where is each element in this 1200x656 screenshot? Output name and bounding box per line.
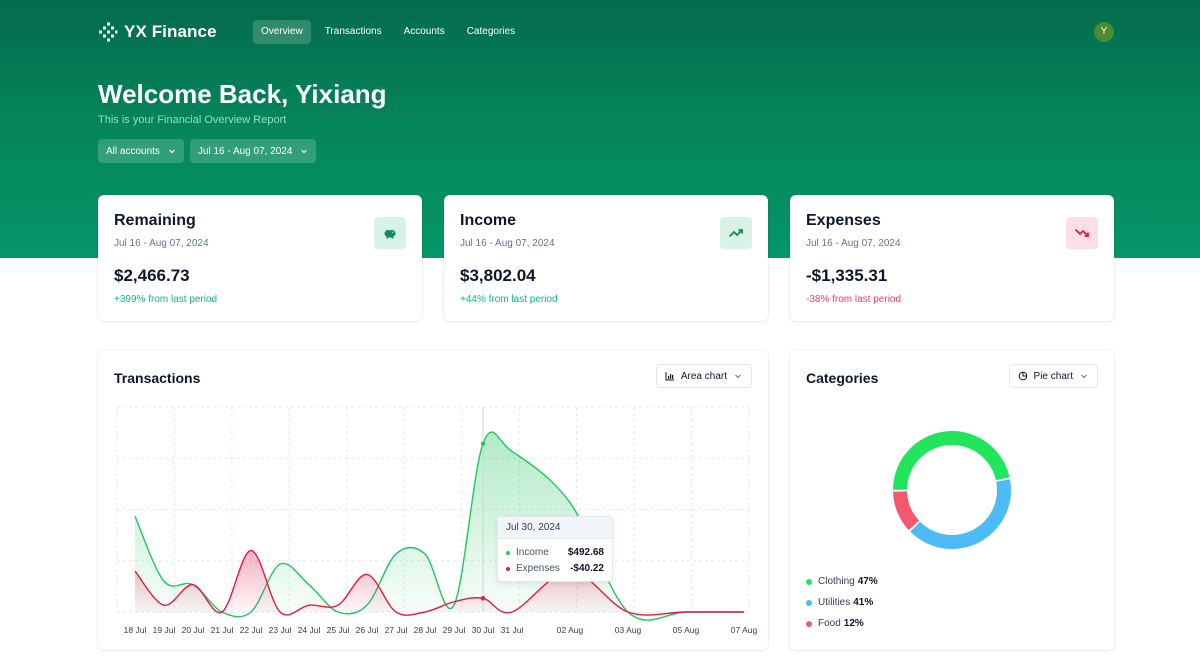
tooltip-income-label: Income: [516, 547, 549, 558]
x-tick-label: 21 Jul: [211, 625, 234, 635]
account-filter-label: All accounts: [106, 145, 160, 157]
legend-item-food: Food 12%: [806, 618, 864, 629]
x-tick-label: 30 Jul: [472, 625, 495, 635]
expenses-card: Expenses Jul 16 - Aug 07, 2024 -$1,335.3…: [790, 195, 1114, 321]
date-filter-label: Jul 16 - Aug 07, 2024: [197, 145, 293, 157]
x-tick-label: 24 Jul: [298, 625, 321, 635]
x-tick-label: 20 Jul: [182, 625, 205, 635]
x-tick-label: 29 Jul: [443, 625, 466, 635]
stat-value: -$1,335.31: [806, 266, 888, 285]
area-chart[interactable]: 18 Jul 19 Jul 20 Jul 21 Jul 22 Jul 23 Jul 24 J…: [98, 350, 768, 650]
x-tick-label: 18 Jul: [124, 625, 147, 635]
page-title: Welcome Back, Yixiang: [98, 79, 387, 109]
pie-type-select[interactable]: Pie chart: [1008, 364, 1098, 388]
x-tick-label: 26 Jul: [356, 625, 379, 635]
x-tick-label: 02 Aug: [557, 625, 584, 635]
stat-date: Jul 16 - Aug 07, 2024: [460, 238, 555, 249]
x-tick-label: 07 Aug: [731, 625, 758, 635]
top-nav: YX Finance Overview Transactions Account…: [98, 20, 1114, 44]
nav-categories[interactable]: Categories: [459, 20, 523, 44]
x-tick-label: 22 Jul: [240, 625, 263, 635]
avatar[interactable]: Y: [1094, 22, 1114, 42]
tooltip-expenses-label: Expenses: [516, 563, 560, 574]
expenses-point: [480, 596, 486, 601]
stat-value: $3,802.04: [460, 266, 536, 285]
stat-change: +399% from last period: [114, 294, 218, 305]
nav-links: Overview Transactions Accounts Categorie…: [253, 20, 523, 44]
date-filter[interactable]: Jul 16 - Aug 07, 2024: [189, 139, 317, 163]
donut-slice-utilities[interactable]: [910, 479, 1011, 549]
categories-title: Categories: [806, 370, 879, 386]
x-tick-label: 25 Jul: [327, 625, 350, 635]
stat-title: Expenses: [806, 212, 881, 229]
income-card: Income Jul 16 - Aug 07, 2024 $3,802.04 +…: [444, 195, 768, 321]
legend-item-utilities: Utilities 41%: [806, 597, 873, 608]
x-tick-label: 03 Aug: [615, 625, 642, 635]
account-filter[interactable]: All accounts: [98, 139, 184, 163]
tooltip-income-value: $492.68: [567, 547, 604, 558]
tooltip-expenses-row: Expenses -$40.22: [506, 563, 604, 574]
x-tick-label: 31 Jul: [501, 625, 524, 635]
legend-label: Utilities: [818, 597, 851, 608]
x-tick-label: 23 Jul: [269, 625, 292, 635]
x-tick-label: 28 Jul: [414, 625, 437, 635]
tooltip-expenses-value: -$40.22: [570, 563, 604, 574]
legend-dot: [806, 599, 812, 606]
remaining-card: Remaining Jul 16 - Aug 07, 2024 $2,466.7…: [98, 195, 422, 321]
legend-value: 47%: [857, 576, 878, 587]
income-point: [480, 441, 486, 446]
x-tick-label: 19 Jul: [153, 625, 176, 635]
piggy-bank-icon: [374, 217, 406, 249]
expenses-dot: [506, 566, 510, 571]
stat-change: +44% from last period: [460, 294, 558, 305]
trending-down-icon: [1066, 217, 1098, 249]
donut-slice-food[interactable]: [893, 491, 920, 531]
legend-value: 41%: [853, 597, 874, 608]
legend-label: Clothing: [818, 576, 855, 587]
nav-overview[interactable]: Overview: [253, 20, 311, 44]
tooltip-income-row: Income $492.68: [506, 547, 604, 558]
stat-change: -38% from last period: [806, 294, 902, 305]
stat-title: Remaining: [114, 212, 196, 229]
x-tick-label: 05 Aug: [673, 625, 700, 635]
donut-slice-clothing[interactable]: [893, 431, 1010, 490]
categories-panel: Categories Pie chart Clothing 47% Utilit…: [790, 350, 1114, 650]
chevron-down-icon: [169, 149, 175, 154]
x-tick-label: 27 Jul: [385, 625, 408, 635]
app-name: YX Finance: [124, 22, 217, 41]
filters: All accounts Jul 16 - Aug 07, 2024: [98, 139, 317, 163]
income-area: [135, 432, 744, 621]
stat-title: Income: [460, 212, 517, 229]
legend-value: 12%: [843, 618, 864, 629]
tooltip-date: Jul 30, 2024: [498, 517, 612, 539]
logo-icon: [99, 22, 118, 42]
chevron-down-icon: [301, 149, 308, 154]
legend-dot: [806, 620, 812, 627]
legend-label: Food: [818, 618, 841, 629]
page-subtitle: This is your Financial Overview Report: [98, 114, 287, 126]
pie-type-label: Pie chart: [1033, 370, 1073, 382]
pie-chart-icon: [1018, 371, 1027, 381]
stat-date: Jul 16 - Aug 07, 2024: [114, 238, 209, 249]
logo[interactable]: YX Finance: [98, 20, 217, 44]
stat-date: Jul 16 - Aug 07, 2024: [806, 238, 901, 249]
stat-value: $2,466.73: [114, 266, 190, 285]
transactions-panel: Transactions Area chart 18 Jul 19 Jul 20 J…: [98, 350, 768, 650]
trending-up-icon: [720, 217, 752, 249]
chart-tooltip: Jul 30, 2024 Income $492.68 Expenses -$4…: [497, 516, 613, 582]
nav-transactions[interactable]: Transactions: [317, 20, 390, 44]
legend-item-clothing: Clothing 47%: [806, 576, 878, 587]
nav-accounts[interactable]: Accounts: [396, 20, 453, 44]
income-dot: [506, 550, 510, 555]
legend-dot: [806, 578, 812, 585]
chevron-down-icon: [1081, 374, 1087, 379]
